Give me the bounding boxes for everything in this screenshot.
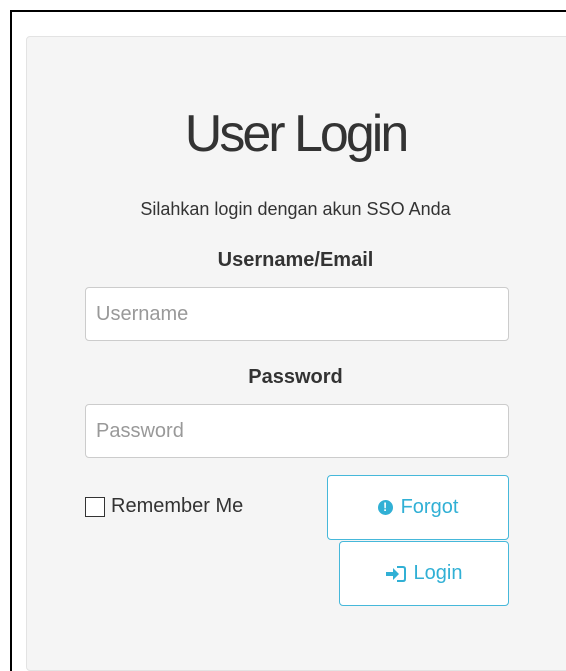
forgot-label: Forgot <box>400 496 459 518</box>
forgot-button[interactable]: ! Forgot <box>327 475 509 540</box>
login-label: Login <box>413 562 463 584</box>
password-input[interactable] <box>85 404 509 458</box>
login-button[interactable]: Login <box>339 541 509 606</box>
username-input[interactable] <box>85 287 509 341</box>
login-subtitle: Silahkan login dengan akun SSO Anda <box>140 199 451 219</box>
sign-in-icon <box>385 565 406 582</box>
exclamation-circle-icon: ! <box>377 500 393 515</box>
remember-me-label: Remember Me <box>111 495 244 517</box>
remember-me-checkbox[interactable]: Remember Me <box>85 495 243 518</box>
username-label: Username/Email <box>217 249 374 271</box>
checkbox-box[interactable] <box>85 496 105 517</box>
password-label: Password <box>248 366 343 388</box>
page-title: User Login <box>184 105 409 163</box>
